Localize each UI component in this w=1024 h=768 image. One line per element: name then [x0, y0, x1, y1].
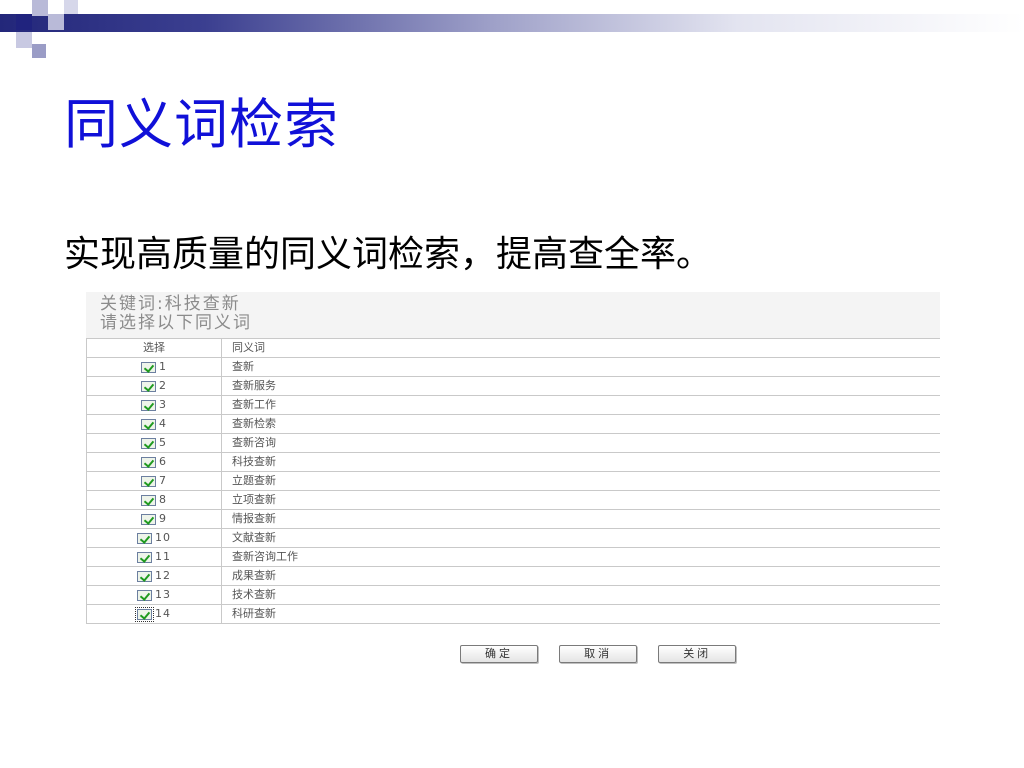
synonym-text: 查新工作 — [221, 395, 940, 415]
select-cell: 2 — [86, 376, 222, 396]
synonym-text: 查新咨询工作 — [221, 547, 940, 567]
ok-button[interactable]: 确定 — [460, 645, 538, 663]
select-cell: 10 — [86, 528, 222, 548]
row-number: 7 — [159, 474, 167, 487]
select-cell: 4 — [86, 414, 222, 434]
table-row: 3 查新工作 — [86, 395, 940, 415]
select-cell: 8 — [86, 490, 222, 510]
row-number: 5 — [159, 436, 167, 449]
synonym-dialog: 关键词:科技查新 请选择以下同义词 选择 同义词 1 查新 2 查新服务 3 查新工作 4 查… — [86, 292, 940, 672]
table-row: 10 文献查新 — [86, 528, 940, 548]
keyword-label: 关键词:科技查新 — [100, 294, 241, 314]
table-row: 11 查新咨询工作 — [86, 547, 940, 567]
synonym-checkbox[interactable] — [141, 475, 156, 487]
table-row: 8 立项查新 — [86, 490, 940, 510]
synonym-checkbox[interactable] — [141, 437, 156, 449]
column-header-synonym: 同义词 — [221, 338, 940, 358]
synonym-text: 查新 — [221, 357, 940, 377]
synonym-table: 选择 同义词 1 查新 2 查新服务 3 查新工作 4 查新检索 5 查新咨询 6 科技查新 7 立题查新… — [86, 338, 940, 624]
row-number: 3 — [159, 398, 167, 411]
instruction-label: 请选择以下同义词 — [100, 313, 252, 333]
close-button[interactable]: 关闭 — [658, 645, 737, 663]
select-cell: 6 — [86, 452, 222, 472]
slide: 同义词检索 实现高质量的同义词检索，提高查全率。 关键词:科技查新 请选择以下同… — [0, 0, 1024, 768]
synonym-text: 科研查新 — [221, 604, 940, 624]
row-number: 4 — [159, 417, 167, 430]
select-cell: 9 — [86, 509, 222, 529]
synonym-text: 成果查新 — [221, 566, 940, 586]
synonym-checkbox[interactable] — [141, 380, 156, 392]
synonym-text: 查新服务 — [221, 376, 940, 396]
table-row: 6 科技查新 — [86, 452, 940, 472]
column-header-select: 选择 — [86, 338, 222, 358]
select-cell: 3 — [86, 395, 222, 415]
synonym-text: 立题查新 — [221, 471, 940, 491]
deco-square-light — [48, 14, 64, 30]
synonym-checkbox[interactable] — [141, 456, 156, 468]
decorative-squares — [0, 0, 80, 64]
top-decorative-bar — [0, 14, 1024, 32]
row-number: 6 — [159, 455, 167, 468]
table-row: 4 查新检索 — [86, 414, 940, 434]
synonym-checkbox[interactable] — [135, 606, 154, 622]
cancel-button[interactable]: 取消 — [559, 645, 638, 663]
select-cell: 13 — [86, 585, 222, 605]
synonym-checkbox[interactable] — [141, 399, 156, 411]
row-number: 1 — [159, 360, 167, 373]
row-number: 14 — [155, 607, 171, 620]
deco-square-light — [64, 0, 78, 14]
synonym-checkbox[interactable] — [141, 513, 156, 525]
synonym-checkbox[interactable] — [137, 589, 152, 601]
synonym-text: 文献查新 — [221, 528, 940, 548]
synonym-text: 查新检索 — [221, 414, 940, 434]
table-row: 13 技术查新 — [86, 585, 940, 605]
synonym-checkbox[interactable] — [141, 361, 156, 373]
slide-title: 同义词检索 — [64, 93, 339, 156]
synonym-checkbox[interactable] — [141, 494, 156, 506]
row-number: 12 — [155, 569, 171, 582]
select-cell: 1 — [86, 357, 222, 377]
synonym-checkbox[interactable] — [137, 570, 152, 582]
table-row: 5 查新咨询 — [86, 433, 940, 453]
synonym-text: 科技查新 — [221, 452, 940, 472]
deco-square-mid — [32, 44, 46, 58]
synonym-text: 技术查新 — [221, 585, 940, 605]
row-number: 2 — [159, 379, 167, 392]
slide-subtitle: 实现高质量的同义词检索，提高查全率。 — [64, 234, 713, 275]
row-number: 10 — [155, 531, 171, 544]
deco-square-dark — [16, 14, 32, 30]
row-number: 9 — [159, 512, 167, 525]
select-cell: 5 — [86, 433, 222, 453]
synonym-text: 查新咨询 — [221, 433, 940, 453]
synonym-text: 立项查新 — [221, 490, 940, 510]
dialog-button-row: 确定 取消 关闭 — [460, 642, 752, 663]
table-header-row: 选择 同义词 — [86, 338, 940, 358]
dialog-header: 关键词:科技查新 请选择以下同义词 — [86, 292, 940, 338]
deco-square-light — [32, 0, 48, 16]
synonym-checkbox[interactable] — [137, 532, 152, 544]
row-number: 8 — [159, 493, 167, 506]
table-row: 1 查新 — [86, 357, 940, 377]
table-row: 9 情报查新 — [86, 509, 940, 529]
table-row: 7 立题查新 — [86, 471, 940, 491]
table-row: 12 成果查新 — [86, 566, 940, 586]
synonym-checkbox[interactable] — [141, 418, 156, 430]
row-number: 13 — [155, 588, 171, 601]
synonym-text: 情报查新 — [221, 509, 940, 529]
select-cell: 7 — [86, 471, 222, 491]
deco-square-light — [16, 32, 32, 48]
select-cell: 14 — [86, 604, 222, 624]
select-cell: 12 — [86, 566, 222, 586]
select-cell: 11 — [86, 547, 222, 567]
table-row: 2 查新服务 — [86, 376, 940, 396]
synonym-checkbox[interactable] — [137, 551, 152, 563]
row-number: 11 — [155, 550, 171, 563]
table-row: 14 科研查新 — [86, 604, 940, 624]
